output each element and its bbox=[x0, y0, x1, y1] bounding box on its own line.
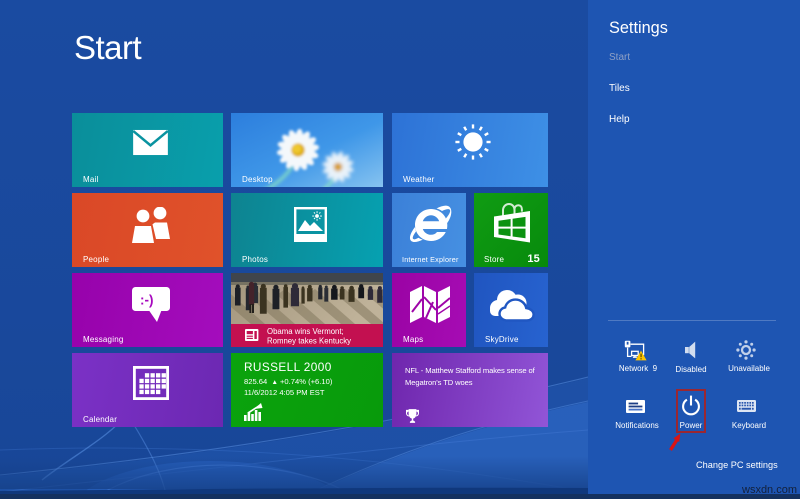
svg-text:Obama wins Vermont;: Obama wins Vermont; bbox=[267, 327, 344, 336]
svg-text:Romney takes Kentucky: Romney takes Kentucky bbox=[267, 337, 351, 346]
svg-text::-): :-) bbox=[140, 293, 154, 308]
